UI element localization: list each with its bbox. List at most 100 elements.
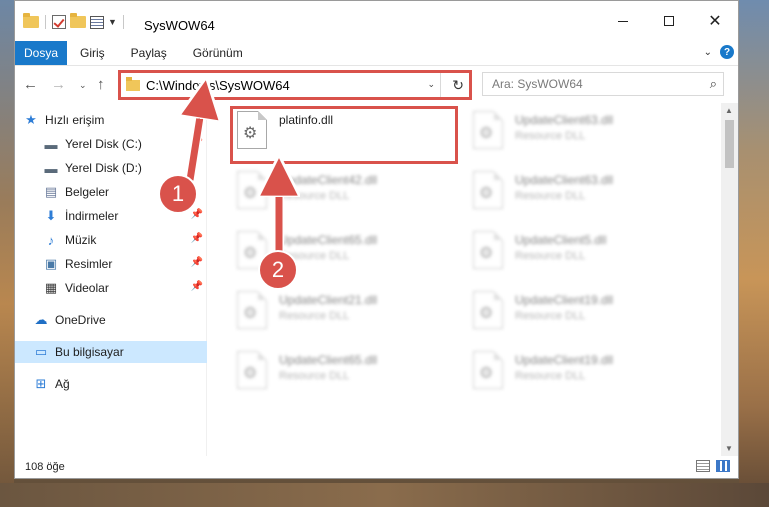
sidebar-item-label: Yerel Disk (C:) bbox=[65, 137, 142, 151]
recent-locations-icon[interactable]: ⌄ bbox=[79, 80, 87, 91]
search-input[interactable]: Ara: SysWOW64 bbox=[492, 77, 583, 91]
view-toggle bbox=[696, 460, 730, 472]
sidebar-item-this-pc[interactable]: ▭ Bu bilgisayar bbox=[15, 341, 207, 363]
refresh-icon[interactable]: ↻ bbox=[452, 77, 464, 94]
file-name: UpdateClient5.dll bbox=[515, 233, 607, 247]
sidebar-item-label: OneDrive bbox=[55, 313, 106, 327]
step-badge-1: 1 bbox=[158, 174, 198, 214]
gear-icon: ⚙ bbox=[243, 185, 258, 202]
explorer-window: ▼ SysWOW64 ✕ Dosya Giriş Paylaş Görünüm … bbox=[14, 0, 739, 479]
tab-share[interactable]: Paylaş bbox=[118, 41, 180, 65]
step-badge-2: 2 bbox=[258, 250, 298, 290]
file-item[interactable]: ⚙ UpdateClient5.dll Resource DLL bbox=[469, 227, 689, 279]
sidebar-item-pictures[interactable]: ▣ Resimler 📌 bbox=[15, 253, 207, 275]
toolbar-divider bbox=[122, 15, 124, 29]
tab-file[interactable]: Dosya bbox=[15, 41, 67, 65]
scroll-down-icon[interactable]: ▼ bbox=[725, 444, 733, 453]
maximize-icon bbox=[664, 16, 674, 26]
toolbar-dropdown-icon[interactable]: ▼ bbox=[108, 17, 117, 27]
address-dropdown-icon[interactable]: ⌄ bbox=[427, 79, 435, 90]
file-type: Resource DLL bbox=[279, 310, 350, 322]
pin-icon[interactable]: 📌 bbox=[191, 257, 203, 268]
gear-icon: ⚙ bbox=[243, 245, 258, 262]
gear-icon: ⚙ bbox=[479, 305, 494, 322]
help-icon[interactable]: ? bbox=[720, 45, 734, 59]
file-type: Resource DLL bbox=[515, 130, 586, 142]
file-item[interactable]: ⚙ UpdateClient65.dll Resource DLL bbox=[233, 347, 453, 399]
computer-icon: ▭ bbox=[34, 344, 48, 359]
sidebar-item-videos[interactable]: ▦ Videolar 📌 bbox=[15, 277, 207, 299]
ribbon-tabs: Dosya Giriş Paylaş Görünüm ⌄ ? bbox=[15, 41, 738, 65]
tab-home[interactable]: Giriş bbox=[67, 41, 118, 65]
sidebar-item-onedrive[interactable]: ☁ OneDrive bbox=[15, 309, 207, 331]
file-item[interactable]: ⚙ UpdateClient21.dll Resource DLL bbox=[233, 287, 453, 339]
navigation-bar: ← → ⌄ ↑ C:\Windows\SysWOW64 ⌄ ↻ Ara: Sys… bbox=[15, 65, 738, 103]
address-path[interactable]: C:\Windows\SysWOW64 bbox=[121, 73, 441, 97]
large-icons-view-icon[interactable] bbox=[716, 460, 730, 472]
file-text: UpdateClient65.dll Resource DLL bbox=[279, 353, 377, 399]
minimize-icon bbox=[618, 20, 628, 22]
close-button[interactable]: ✕ bbox=[692, 7, 738, 35]
file-name: UpdateClient19.dll bbox=[515, 353, 614, 367]
sidebar-item-music[interactable]: ♪ Müzik 📌 bbox=[15, 229, 207, 251]
expand-ribbon-icon[interactable]: ⌄ bbox=[704, 47, 712, 58]
gear-icon: ⚙ bbox=[479, 185, 494, 202]
file-item[interactable]: ⚙ UpdateClient63.dll Resource DLL bbox=[469, 107, 689, 159]
highlight-box bbox=[230, 106, 458, 164]
download-icon: ⬇ bbox=[45, 208, 57, 223]
close-icon: ✕ bbox=[708, 13, 722, 30]
video-icon: ▦ bbox=[44, 280, 58, 295]
pin-icon[interactable]: 📌 bbox=[191, 233, 203, 244]
file-name: UpdateClient65.dll bbox=[279, 353, 378, 367]
new-folder-icon[interactable] bbox=[70, 13, 86, 28]
file-name: UpdateClient65.dll bbox=[279, 233, 378, 247]
sidebar-item-label: Müzik bbox=[65, 233, 97, 247]
folder-icon bbox=[126, 76, 140, 91]
navigation-pane: ★ Hızlı erişim ▬ Yerel Disk (C:) 📌 ▬ Yer… bbox=[15, 103, 207, 456]
dll-file-icon: ⚙ bbox=[237, 351, 277, 397]
music-icon: ♪ bbox=[47, 232, 55, 248]
properties-check-icon[interactable] bbox=[52, 15, 66, 29]
content-area: ★ Hızlı erişim ▬ Yerel Disk (C:) 📌 ▬ Yer… bbox=[15, 103, 738, 456]
sidebar-item-local-disk-c[interactable]: ▬ Yerel Disk (C:) 📌 bbox=[15, 133, 207, 155]
file-type: Resource DLL bbox=[515, 190, 586, 202]
network-icon: ⊞ bbox=[35, 376, 47, 391]
pin-icon[interactable]: 📌 bbox=[191, 137, 203, 148]
file-type: Resource DLL bbox=[279, 190, 350, 202]
up-arrow-icon[interactable]: ↑ bbox=[97, 76, 105, 93]
pin-icon[interactable]: 📌 bbox=[191, 281, 203, 292]
details-view-icon[interactable] bbox=[696, 460, 710, 472]
scroll-up-icon[interactable]: ▲ bbox=[725, 106, 733, 115]
address-text[interactable]: C:\Windows\SysWOW64 bbox=[146, 78, 290, 93]
address-bar[interactable]: C:\Windows\SysWOW64 ⌄ ↻ bbox=[118, 70, 472, 100]
forward-arrow-icon[interactable]: → bbox=[51, 76, 66, 93]
dll-file-icon: ⚙ bbox=[473, 171, 513, 217]
window-title: SysWOW64 bbox=[144, 18, 215, 33]
sidebar-item-quick-access[interactable]: ★ Hızlı erişim bbox=[15, 109, 207, 131]
file-type: Resource DLL bbox=[515, 310, 586, 322]
file-item[interactable]: ⚙ UpdateClient63.dll Resource DLL bbox=[469, 167, 689, 219]
back-arrow-icon[interactable]: ← bbox=[23, 76, 38, 93]
search-box[interactable]: Ara: SysWOW64 ⌕ bbox=[482, 72, 724, 96]
tab-view[interactable]: Görünüm bbox=[180, 41, 256, 65]
sidebar-item-network[interactable]: ⊞ Ağ bbox=[15, 373, 207, 395]
vertical-scrollbar[interactable]: ▲ ▼ bbox=[721, 103, 738, 456]
file-name: UpdateClient42.dll bbox=[279, 173, 378, 187]
maximize-button[interactable] bbox=[646, 7, 692, 35]
scrollbar-thumb[interactable] bbox=[725, 120, 734, 168]
file-text: UpdateClient63.dll Resource DLL bbox=[515, 173, 613, 219]
search-icon[interactable]: ⌕ bbox=[710, 76, 717, 92]
status-bar: 108 öğe bbox=[15, 456, 738, 478]
sidebar-item-label: Bu bilgisayar bbox=[55, 345, 124, 359]
minimize-button[interactable] bbox=[600, 7, 646, 35]
file-item[interactable]: ⚙ UpdateClient19.dll Resource DLL bbox=[469, 287, 689, 339]
file-item[interactable]: ⚙ UpdateClient19.dll Resource DLL bbox=[469, 347, 689, 399]
dll-file-icon: ⚙ bbox=[473, 111, 513, 157]
file-item[interactable]: ⚙ UpdateClient42.dll Resource DLL bbox=[233, 167, 453, 219]
pin-icon[interactable]: 📌 bbox=[191, 209, 203, 220]
desktop-background-left bbox=[0, 0, 14, 507]
file-name: UpdateClient19.dll bbox=[515, 293, 614, 307]
dll-file-icon: ⚙ bbox=[237, 291, 277, 337]
sidebar-item-label: Ağ bbox=[55, 377, 70, 391]
customize-toolbar-icon[interactable] bbox=[90, 15, 104, 29]
